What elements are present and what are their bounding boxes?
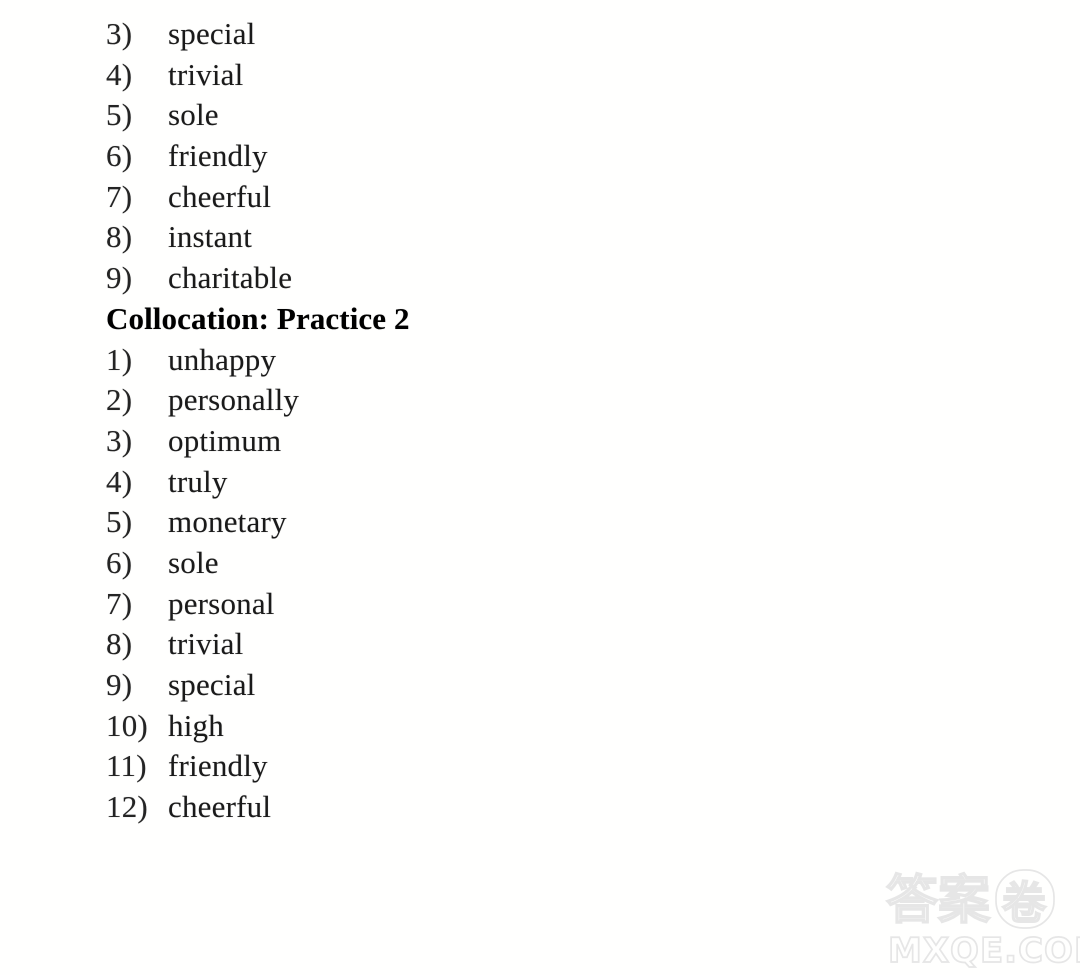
answer-list-item: 4) trivial xyxy=(106,55,666,96)
answer-item-word: trivial xyxy=(168,626,244,662)
answer-item-number: 3) xyxy=(106,422,133,458)
answer-list-item: 7) personal xyxy=(106,584,666,625)
answer-item-number: 9) xyxy=(106,667,133,702)
section-heading: Collocation: Practice 2 xyxy=(106,300,410,336)
answer-list-item: 5) sole xyxy=(106,95,666,136)
answer-item-number: 7) xyxy=(106,178,133,214)
answer-item-word: cheerful xyxy=(168,178,272,214)
answer-list-item: 6) friendly xyxy=(106,136,666,177)
answer-item-word: sole xyxy=(168,97,219,133)
answer-item-word: special xyxy=(168,16,256,51)
answer-item-number: 7) xyxy=(106,585,133,621)
answer-list-item: 10) high xyxy=(106,706,666,747)
answer-item-number: 6) xyxy=(106,544,133,580)
answer-item-number: 5) xyxy=(106,504,133,540)
answer-key-content: 3) special 4) trivial 5) sole 6) friendly 7) chee… xyxy=(106,14,666,828)
answer-list-item: 12) cheerful xyxy=(106,787,666,828)
answer-item-number: 4) xyxy=(106,463,133,499)
answer-list-item: 9) special xyxy=(106,665,666,706)
answer-item-number: 12) xyxy=(106,789,148,825)
answer-item-word: optimum xyxy=(168,422,282,458)
answer-item-number: 10) xyxy=(106,707,148,743)
answer-list-item: 8) instant xyxy=(106,217,666,258)
answer-item-word: truly xyxy=(168,463,228,499)
answer-item-number: 4) xyxy=(106,56,133,92)
answer-item-word: unhappy xyxy=(168,341,277,377)
answer-list-item: 5) monetary xyxy=(106,502,666,543)
answer-item-word: charitable xyxy=(168,260,293,296)
answer-item-number: 1) xyxy=(106,341,133,377)
answer-item-word: sole xyxy=(168,544,219,580)
answer-item-number: 2) xyxy=(106,382,133,418)
watermark-ring xyxy=(995,869,1055,929)
answer-item-number: 6) xyxy=(106,138,133,174)
watermark-circled-char: 卷 xyxy=(1002,878,1047,929)
answer-item-number: 11) xyxy=(106,748,147,784)
watermark-site-text: MXQE.COM xyxy=(888,931,1080,971)
answer-list-item: 6) sole xyxy=(106,543,666,584)
answer-item-word: personally xyxy=(168,382,300,418)
answer-item-word: friendly xyxy=(168,138,268,174)
answer-item-word: trivial xyxy=(168,56,244,92)
answer-item-number: 9) xyxy=(106,260,133,296)
answer-item-word: personal xyxy=(168,585,275,621)
watermark: 答案 卷 MXQE.COM xyxy=(884,862,1080,974)
answer-item-number: 8) xyxy=(106,219,133,255)
watermark-graphic: 答案 卷 MXQE.COM xyxy=(885,869,1080,972)
answer-item-number: 8) xyxy=(106,626,133,662)
answer-item-word: cheerful xyxy=(168,789,272,825)
answer-item-number: 3) xyxy=(106,16,133,51)
answer-list-item: 3) special xyxy=(106,14,666,55)
answer-item-number: 5) xyxy=(106,97,133,133)
answer-list-item: 2) personally xyxy=(106,380,666,421)
answer-item-word: monetary xyxy=(168,504,287,540)
answer-item-word: high xyxy=(168,707,224,743)
document-page: 3) special 4) trivial 5) sole 6) friendly 7) chee… xyxy=(0,0,1080,975)
answer-list-item: 11) friendly xyxy=(106,746,666,787)
answer-list-item: 9) charitable xyxy=(106,258,666,299)
answer-item-word: instant xyxy=(168,219,253,255)
answer-item-word: special xyxy=(168,667,256,702)
watermark-cjk-text: 答案 xyxy=(886,871,991,931)
answer-list-item: 7) cheerful xyxy=(106,177,666,218)
answer-list-item: 8) trivial xyxy=(106,624,666,665)
watermark-circled-char-group: 卷 xyxy=(995,869,1055,930)
answer-list-item: 4) truly xyxy=(106,462,666,503)
answer-list-item: 3) optimum xyxy=(106,421,666,462)
answer-item-word: friendly xyxy=(168,748,268,784)
answer-list-item: 1) unhappy xyxy=(106,340,666,381)
